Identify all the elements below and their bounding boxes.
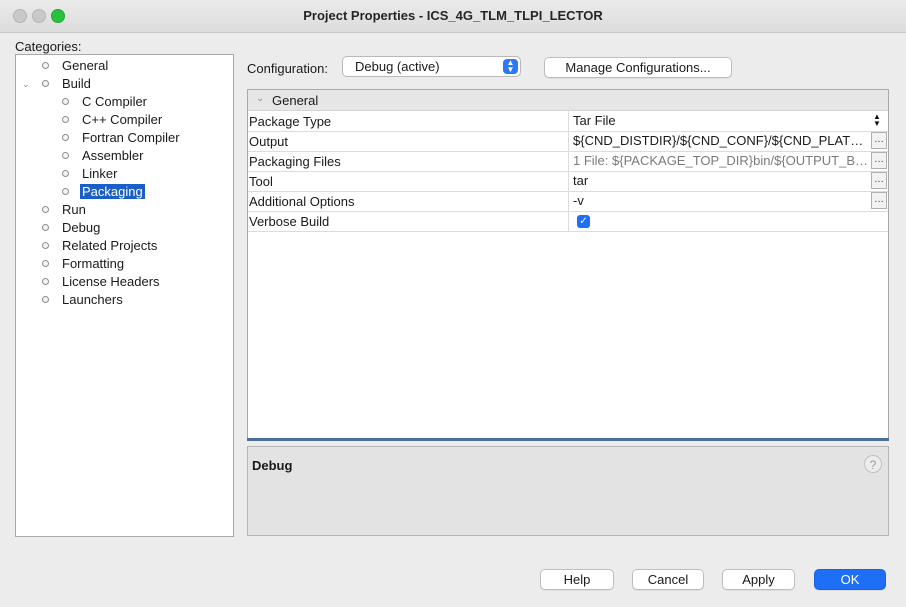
property-value: tar [573, 173, 589, 188]
tree-node-icon [62, 152, 69, 159]
tree-node-icon [62, 170, 69, 177]
cancel-button[interactable]: Cancel [632, 569, 704, 590]
tree-item-c-compiler[interactable]: C Compiler [62, 94, 148, 110]
tree-node-icon [62, 98, 69, 105]
question-icon[interactable]: ? [864, 455, 882, 473]
tree-item-build[interactable]: ⌄ Build [22, 76, 91, 92]
property-value: 1 File: ${PACKAGE_TOP_DIR}bin/${OUTPUT_B… [573, 153, 870, 168]
window-title: Project Properties - ICS_4G_TLM_TLPI_LEC… [303, 8, 603, 23]
property-sheet: ⌄ General Package Type Tar File ▲ ▼ Outpu… [247, 89, 889, 439]
tree-item-label: Assembler [82, 148, 144, 163]
ellipsis-button[interactable]: … [871, 152, 887, 169]
categories-tree[interactable]: General ⌄ Build C Compiler C++ Compiler … [15, 54, 234, 537]
tree-item-debug[interactable]: Debug [42, 220, 101, 236]
chevron-down-icon[interactable]: ⌄ [256, 93, 264, 104]
configuration-label: Configuration: [247, 61, 328, 76]
property-name: Package Type [249, 114, 332, 129]
verbose-build-checkbox[interactable]: ✓ [577, 215, 590, 228]
tree-node-icon [62, 134, 69, 141]
configuration-value: Debug (active) [355, 59, 440, 74]
tree-item-related-projects[interactable]: Related Projects [42, 238, 158, 254]
property-name: Tool [249, 174, 273, 189]
property-name: Output [249, 134, 289, 149]
property-value: Tar File [573, 113, 616, 128]
property-row-packaging-files: Packaging Files 1 File: ${PACKAGE_TOP_DI… [248, 151, 888, 172]
property-group-header[interactable]: ⌄ General [248, 90, 888, 111]
property-group-name: General [272, 93, 319, 108]
ok-button[interactable]: OK [814, 569, 886, 590]
tree-node-icon [42, 278, 49, 285]
tree-node-icon [42, 296, 49, 303]
ellipsis-button[interactable]: … [871, 172, 887, 189]
verbose-build-cell [568, 211, 888, 231]
property-row-package-type: Package Type Tar File ▲ ▼ [248, 111, 888, 132]
tree-node-icon [62, 116, 69, 123]
property-row-additional-options: Additional Options -v … [248, 191, 888, 212]
updown-arrows-icon: ▲ ▼ [873, 112, 881, 128]
tree-item-label: Linker [82, 166, 118, 181]
description-title: Debug [252, 458, 293, 473]
tree-item-packaging[interactable]: Packaging [62, 184, 145, 200]
tree-item-assembler[interactable]: Assembler [62, 148, 144, 164]
tree-node-icon [62, 188, 69, 195]
tree-item-launchers[interactable]: Launchers [42, 292, 123, 308]
package-type-select[interactable]: Tar File [568, 111, 888, 131]
categories-label: Categories: [15, 39, 82, 54]
property-name: Verbose Build [249, 214, 330, 229]
tree-item-formatting[interactable]: Formatting [42, 256, 125, 272]
apply-button[interactable]: Apply [722, 569, 795, 590]
chevron-down-icon[interactable]: ⌄ [22, 76, 30, 92]
property-row-output: Output ${CND_DISTDIR}/${CND_CONF}/${CND_… [248, 131, 888, 152]
property-name: Packaging Files [249, 154, 341, 169]
description-panel: Debug ? [247, 446, 889, 536]
tree-item-license-headers[interactable]: License Headers [42, 274, 160, 290]
tree-item-fortran-compiler[interactable]: Fortran Compiler [62, 130, 180, 146]
tree-item-label: Related Projects [62, 238, 158, 253]
tree-item-label: C++ Compiler [82, 112, 163, 127]
property-name: Additional Options [249, 194, 355, 209]
packaging-files-field[interactable]: 1 File: ${PACKAGE_TOP_DIR}bin/${OUTPUT_B… [568, 151, 870, 171]
property-row-verbose-build: Verbose Build ✓ [248, 211, 888, 232]
tree-node-icon [42, 260, 49, 267]
tree-item-cpp-compiler[interactable]: C++ Compiler [62, 112, 163, 128]
tree-item-label: License Headers [62, 274, 160, 289]
tree-item-general[interactable]: General [42, 58, 109, 74]
help-button[interactable]: Help [540, 569, 614, 590]
tree-item-label: Debug [62, 220, 101, 235]
tree-item-label: Build [62, 76, 91, 91]
property-value: -v [573, 193, 584, 208]
ellipsis-button[interactable]: … [871, 192, 887, 209]
tree-item-label: Run [62, 202, 86, 217]
project-properties-dialog: Project Properties - ICS_4G_TLM_TLPI_LEC… [0, 0, 906, 607]
tree-item-label: Launchers [62, 292, 123, 307]
property-value: ${CND_DISTDIR}/${CND_CONF}/${CND_PLATFOR… [573, 133, 870, 148]
tree-item-label: C Compiler [82, 94, 148, 109]
property-row-tool: Tool tar … [248, 171, 888, 192]
tree-item-label: General [62, 58, 109, 73]
tool-field[interactable]: tar [568, 171, 870, 191]
tree-item-label: Packaging [80, 184, 145, 199]
additional-options-field[interactable]: -v [568, 191, 870, 211]
tree-node-icon [42, 80, 49, 87]
manage-configurations-button[interactable]: Manage Configurations... [544, 57, 732, 78]
tree-item-linker[interactable]: Linker [62, 166, 118, 182]
tree-node-icon [42, 224, 49, 231]
configuration-select[interactable]: Debug (active) ▲ ▼ [342, 56, 521, 77]
tree-node-icon [42, 242, 49, 249]
tree-item-label: Fortran Compiler [82, 130, 180, 145]
tree-item-label: Formatting [62, 256, 125, 271]
tree-node-icon [42, 62, 49, 69]
updown-arrows-icon: ▲ ▼ [503, 59, 518, 74]
tree-node-icon [42, 206, 49, 213]
title-bar: Project Properties - ICS_4G_TLM_TLPI_LEC… [0, 0, 906, 33]
splitter[interactable] [247, 438, 889, 441]
tree-item-run[interactable]: Run [42, 202, 86, 218]
output-field[interactable]: ${CND_DISTDIR}/${CND_CONF}/${CND_PLATFOR… [568, 131, 870, 151]
ellipsis-button[interactable]: … [871, 132, 887, 149]
